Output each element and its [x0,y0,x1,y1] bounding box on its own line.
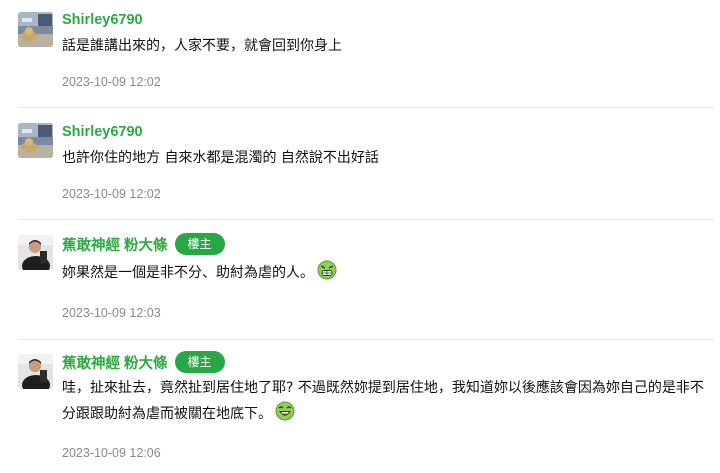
comment-text: 也許你住的地方 自來水都是混濁的 自然說不出好話 [62,146,714,171]
comment-text-content: 也許你住的地方 自來水都是混濁的 自然說不出好話 [62,150,379,166]
comment-thread: Shirley6790 話是誰講出來的，人家不要，就會回到你身上 2023-10… [0,0,720,473]
comment-timestamp: 2023-10-09 12:03 [62,306,161,320]
grinning-green-face-emoji [317,260,337,289]
photo-avatar-person-icon [18,235,53,270]
photo-avatar-cat-icon [18,12,53,47]
comment-text-content: 妳果然是一個是非不分、助紂為虐的人。 [62,265,314,281]
username[interactable]: 蕉敢神經 粉大條 [62,352,168,373]
op-badge: 樓主 [174,233,225,255]
username[interactable]: Shirley6790 [62,124,143,140]
avatar[interactable] [18,12,53,47]
avatar[interactable] [18,235,53,270]
comment-timestamp: 2023-10-09 12:02 [62,187,161,201]
comment-timestamp: 2023-10-09 12:06 [62,446,161,460]
comment-text: 話是誰講出來的，人家不要，就會回到你身上 [62,34,714,59]
photo-avatar-cat-icon [18,123,53,158]
comment-item: 蕉敢神經 粉大條 樓主 妳果然是一個是非不分、助紂為虐的人。 2023-10-0… [0,220,720,340]
comment-text-content: 哇，扯來扯去，竟然扯到居住地了耶? 不過既然妳提到居住地，我知道妳以後應該會因為… [62,380,704,422]
photo-avatar-person-icon [18,354,53,389]
username[interactable]: 蕉敢神經 粉大條 [62,234,168,255]
laughing-green-face-emoji [275,401,295,430]
comment-text: 妳果然是一個是非不分、助紂為虐的人。 [62,260,714,289]
avatar[interactable] [18,123,53,158]
comment-text: 哇，扯來扯去，竟然扯到居住地了耶? 不過既然妳提到居住地，我知道妳以後應該會因為… [62,376,714,430]
op-badge: 樓主 [174,351,225,373]
comment-item: Shirley6790 也許你住的地方 自來水都是混濁的 自然說不出好話 202… [0,108,720,219]
avatar[interactable] [18,354,53,389]
username[interactable]: Shirley6790 [62,12,143,28]
comment-timestamp: 2023-10-09 12:02 [62,75,161,89]
comment-item: Shirley6790 話是誰講出來的，人家不要，就會回到你身上 2023-10… [0,0,720,108]
comment-item: 蕉敢神經 粉大條 樓主 哇，扯來扯去，竟然扯到居住地了耶? 不過既然妳提到居住地… [0,340,720,473]
comment-text-content: 話是誰講出來的，人家不要，就會回到你身上 [62,38,342,54]
